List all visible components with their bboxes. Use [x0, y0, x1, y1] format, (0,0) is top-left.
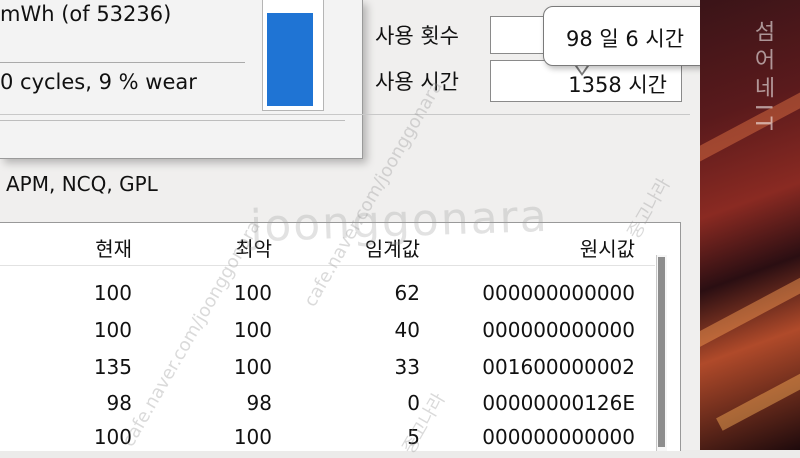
battery-cycles-text: 0 cycles, 9 % wear: [0, 70, 197, 94]
usage-count-label: 사용 횟수: [375, 24, 459, 48]
table-row[interactable]: 100 100 40 000000000000: [0, 314, 660, 350]
cell-threshold: 40: [394, 318, 420, 342]
cell-raw: 001600000002: [482, 355, 635, 379]
cell-threshold: 62: [394, 281, 420, 305]
table-row[interactable]: 100 100 5 000000000000: [0, 421, 660, 457]
cell-raw: 000000000000: [482, 318, 635, 342]
app-window: mWh (of 53236) 0 cycles, 9 % wear 사용 횟수 …: [0, 0, 719, 458]
features-text: APM, NCQ, GPL: [6, 172, 158, 196]
cell-raw: 000000000000: [482, 281, 635, 305]
table-row[interactable]: 135 100 33 001600000002: [0, 351, 660, 387]
table-row[interactable]: 98 98 0 00000000126E: [0, 387, 660, 423]
cell-threshold: 0: [407, 391, 420, 415]
cell-raw: 00000000126E: [482, 391, 635, 415]
battery-level-meter: [262, 0, 324, 111]
cell-current: 98: [106, 391, 132, 415]
cell-worst: 98: [246, 391, 272, 415]
desktop-watermark: 섬어네IT: [750, 20, 775, 136]
section-divider: [0, 114, 690, 115]
tooltip-text: 98 일 6 시간: [566, 27, 685, 51]
cell-worst: 100: [233, 425, 272, 449]
cell-threshold: 33: [394, 355, 420, 379]
scrollbar-thumb[interactable]: [658, 257, 665, 447]
desktop-background: 섬어네IT: [700, 0, 800, 450]
panel-divider: [0, 62, 245, 63]
battery-capacity-text: mWh (of 53236): [0, 2, 172, 26]
cell-current: 135: [93, 355, 132, 379]
cell-raw: 000000000000: [482, 425, 635, 449]
cell-current: 100: [93, 318, 132, 342]
battery-level-fill: [267, 13, 313, 106]
panel-divider: [0, 120, 345, 121]
usage-time-label: 사용 시간: [375, 70, 459, 94]
battery-panel: mWh (of 53236) 0 cycles, 9 % wear: [0, 0, 363, 159]
vertical-scrollbar[interactable]: [656, 255, 667, 451]
watermark: joonggonara: [249, 190, 550, 253]
column-header-current[interactable]: 현재: [40, 233, 132, 262]
cell-current: 100: [93, 281, 132, 305]
usage-time-tooltip: 98 일 6 시간: [543, 6, 719, 66]
cell-worst: 100: [233, 355, 272, 379]
